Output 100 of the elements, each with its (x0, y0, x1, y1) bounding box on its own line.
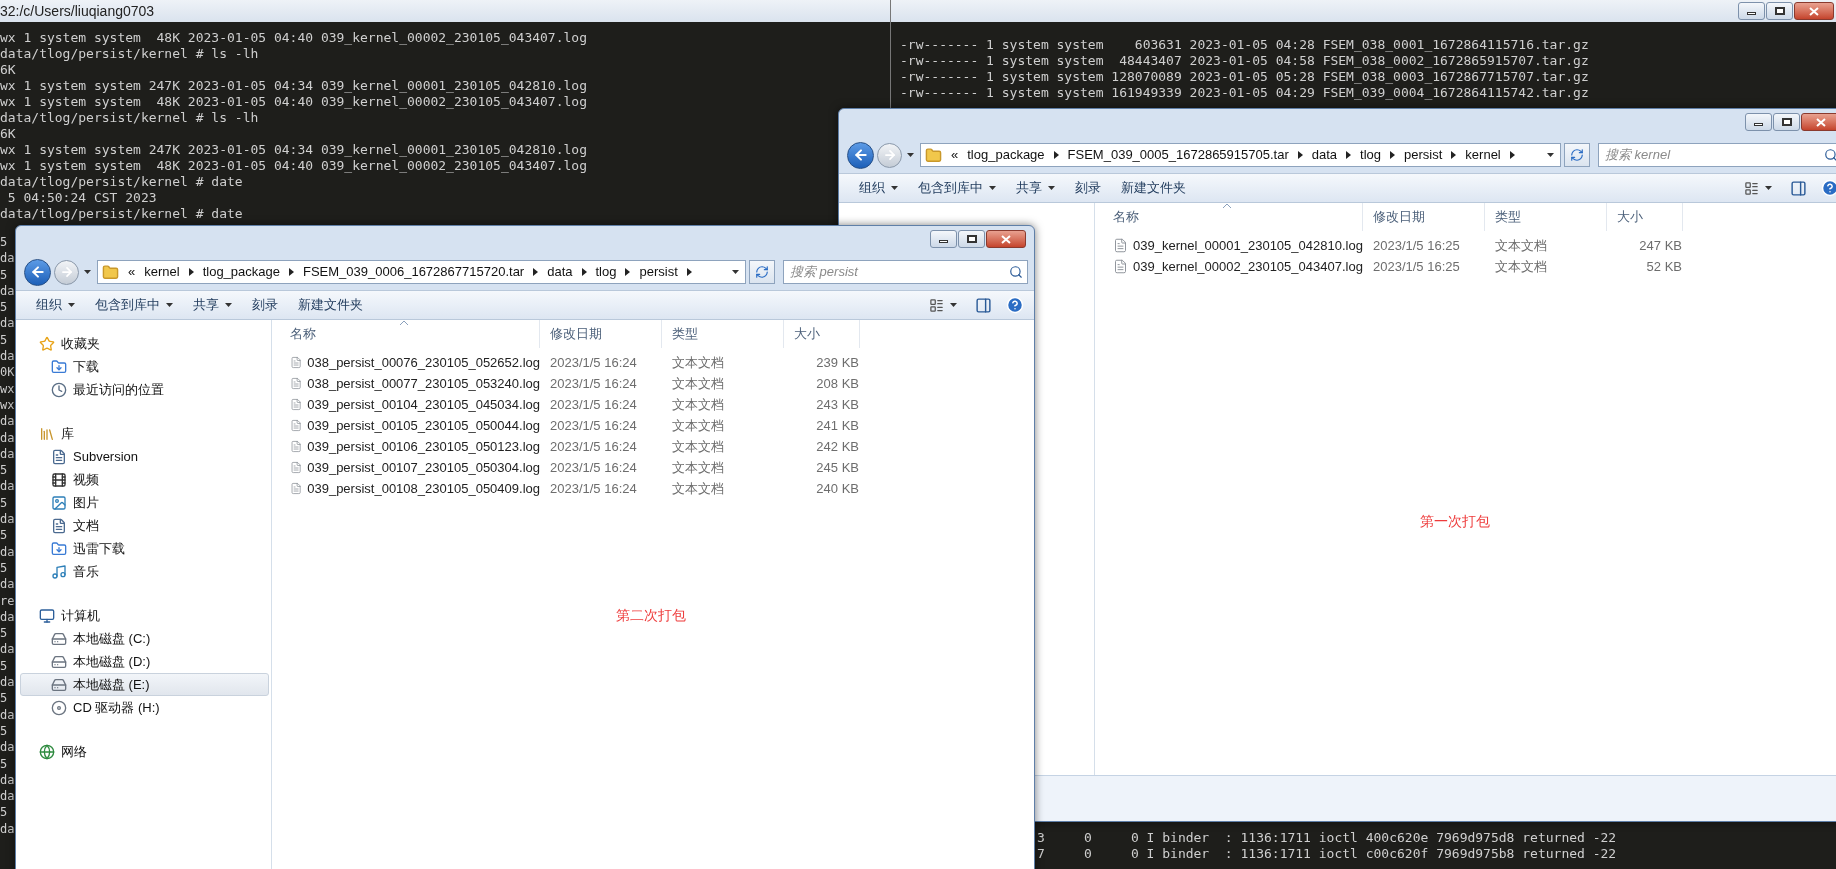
file-name[interactable]: 039_persist_00106_230105_050123.log (307, 436, 540, 457)
minimize-button[interactable] (1745, 113, 1772, 131)
refresh-button[interactable] (1564, 143, 1590, 167)
file-size: 52 KB (1645, 257, 1683, 276)
modified-date: 2023/1/5 16:24 (549, 395, 638, 414)
separator-arrow-icon (533, 268, 539, 276)
refresh-button[interactable] (749, 260, 775, 284)
navigation-item[interactable]: 计算机 (20, 604, 269, 627)
back-button[interactable] (847, 141, 874, 169)
terminal-line: da (0, 315, 15, 332)
file-name[interactable]: 039_persist_00107_230105_050304.log (307, 457, 540, 478)
network-icon (39, 743, 55, 760)
close-button[interactable] (986, 230, 1026, 248)
terminal-line: -rw------- 1 system system 48443407 2023-01-05 04:58 FSEM_038_0002_1672865915707.tar.gz (900, 53, 1589, 69)
breadcrumb-item[interactable]: kernel (144, 262, 180, 282)
navigation-item[interactable]: 下载 (20, 355, 269, 378)
toolbar-button[interactable]: 共享 (183, 293, 242, 317)
navigation-item[interactable]: 网络 (20, 740, 269, 763)
modified-date: 2023/1/5 16:24 (549, 458, 638, 477)
terminal-line: 6K (0, 126, 16, 142)
maximize-button[interactable] (958, 230, 985, 248)
toolbar-button[interactable]: 共享 (1006, 176, 1065, 200)
search-input[interactable]: 搜索 persist (790, 262, 1009, 282)
navigation-item[interactable]: CD 驱动器 (H:) (20, 696, 269, 719)
separator-arrow-icon (1053, 151, 1059, 159)
column-header[interactable]: 大小 (1607, 203, 1683, 231)
list-view-icon (1744, 180, 1759, 196)
terminal-line: da (0, 348, 15, 365)
navigation-item[interactable]: 最近访问的位置 (20, 378, 269, 401)
file-name[interactable]: 039_kernel_00001_230105_042810.log (1133, 235, 1363, 256)
search-box[interactable]: 搜索 persist (783, 260, 1028, 284)
toolbar-button[interactable]: 新建文件夹 (288, 293, 373, 317)
breadcrumb-item[interactable]: tlog_package (202, 262, 280, 282)
breadcrumb-item[interactable]: data (547, 262, 573, 282)
file-name[interactable]: 038_persist_00077_230105_053240.log (307, 373, 540, 394)
breadcrumb-item[interactable]: FSEM_039_0006_1672867715720.tar (303, 262, 525, 282)
help-icon[interactable] (1821, 179, 1836, 197)
search-box[interactable]: 搜索 kernel (1598, 143, 1836, 167)
toolbar-button[interactable]: 包含到库中 (908, 176, 1006, 200)
toolbar-button[interactable]: 新建文件夹 (1111, 176, 1196, 200)
terminal-line: da (0, 820, 15, 837)
column-header[interactable]: 修改日期 (1363, 203, 1485, 231)
preview-pane-icon[interactable] (975, 296, 992, 314)
minimize-button[interactable] (1738, 2, 1765, 20)
caret-icon (732, 270, 739, 274)
column-header[interactable]: 名称 (280, 320, 540, 348)
toolbar-button[interactable]: 组织 (849, 176, 908, 200)
navigation-item[interactable]: 音乐 (20, 560, 269, 583)
breadcrumb-item[interactable]: tlog (595, 262, 617, 282)
navigation-item[interactable]: 本地磁盘 (E:) (20, 673, 269, 696)
column-header[interactable]: 修改日期 (540, 320, 662, 348)
terminal-line: 5 (0, 625, 8, 642)
file-name[interactable]: 038_persist_00076_230105_052652.log (307, 352, 540, 373)
navigation-item[interactable]: 文档 (20, 514, 269, 537)
search-input[interactable]: 搜索 kernel (1605, 145, 1824, 165)
toolbar-button[interactable]: 刻录 (242, 293, 288, 317)
help-icon[interactable] (1006, 296, 1024, 314)
caret-icon (906, 153, 914, 157)
maximize-button[interactable] (1766, 2, 1793, 20)
overflow-mark[interactable]: « (951, 145, 959, 165)
toolbar-button[interactable]: 刻录 (1065, 176, 1111, 200)
maximize-button[interactable] (1773, 113, 1800, 131)
navigation-item[interactable]: 迅雷下载 (20, 537, 269, 560)
column-header[interactable]: 类型 (662, 320, 784, 348)
folder-icon (102, 263, 119, 281)
breadcrumb-item[interactable]: tlog_package (967, 145, 1045, 165)
breadcrumb-item[interactable]: data (1311, 145, 1338, 165)
file-name[interactable]: 039_persist_00104_230105_045034.log (307, 394, 540, 415)
terminal-line: da (0, 478, 15, 495)
preview-pane-icon[interactable] (1790, 179, 1807, 197)
breadcrumb-item[interactable]: persist (1404, 145, 1443, 165)
minimize-button[interactable] (930, 230, 957, 248)
toolbar-button[interactable]: 包含到库中 (85, 293, 183, 317)
address-bar[interactable]: « kernel tlog_package FSEM_039_0006_1672867715720.tar data tlog persist (97, 260, 746, 284)
back-button[interactable] (24, 258, 51, 286)
column-header[interactable]: 大小 (784, 320, 860, 348)
navigation-item[interactable]: 本地磁盘 (D:) (20, 650, 269, 673)
navigation-item[interactable]: 库 (20, 422, 269, 445)
terminal-line: da (0, 706, 15, 723)
overflow-mark[interactable]: « (128, 262, 136, 282)
column-header[interactable]: 名称 (1103, 203, 1363, 231)
close-button[interactable] (1801, 113, 1836, 131)
close-button[interactable] (1794, 2, 1834, 20)
breadcrumb-item[interactable]: tlog (1360, 145, 1382, 165)
file-name[interactable]: 039_kernel_00002_230105_043407.log (1133, 256, 1363, 277)
file-name[interactable]: 039_persist_00108_230105_050409.log (307, 478, 540, 499)
address-bar[interactable]: « tlog_package FSEM_039_0005_1672865915705.tar data tlog persist kernel (920, 143, 1561, 167)
breadcrumb-item[interactable]: persist (639, 262, 678, 282)
breadcrumb-item[interactable]: kernel (1465, 145, 1501, 165)
terminal-line: 3 0 0 I binder : 1136:1711 ioctl 400c620e 7969d975d8 returned -22 (1037, 830, 1617, 846)
file-type: 文本文档 (671, 458, 725, 477)
navigation-item[interactable]: 视频 (20, 468, 269, 491)
navigation-item[interactable]: 收藏夹 (20, 332, 269, 355)
breadcrumb-item[interactable]: FSEM_039_0005_1672865915705.tar (1067, 145, 1289, 165)
navigation-item[interactable]: 图片 (20, 491, 269, 514)
navigation-item[interactable]: 本地磁盘 (C:) (20, 627, 269, 650)
column-header[interactable]: 类型 (1485, 203, 1607, 231)
toolbar-button[interactable]: 组织 (26, 293, 85, 317)
file-name[interactable]: 039_persist_00105_230105_050044.log (307, 415, 540, 436)
navigation-item[interactable]: Subversion (20, 445, 269, 468)
